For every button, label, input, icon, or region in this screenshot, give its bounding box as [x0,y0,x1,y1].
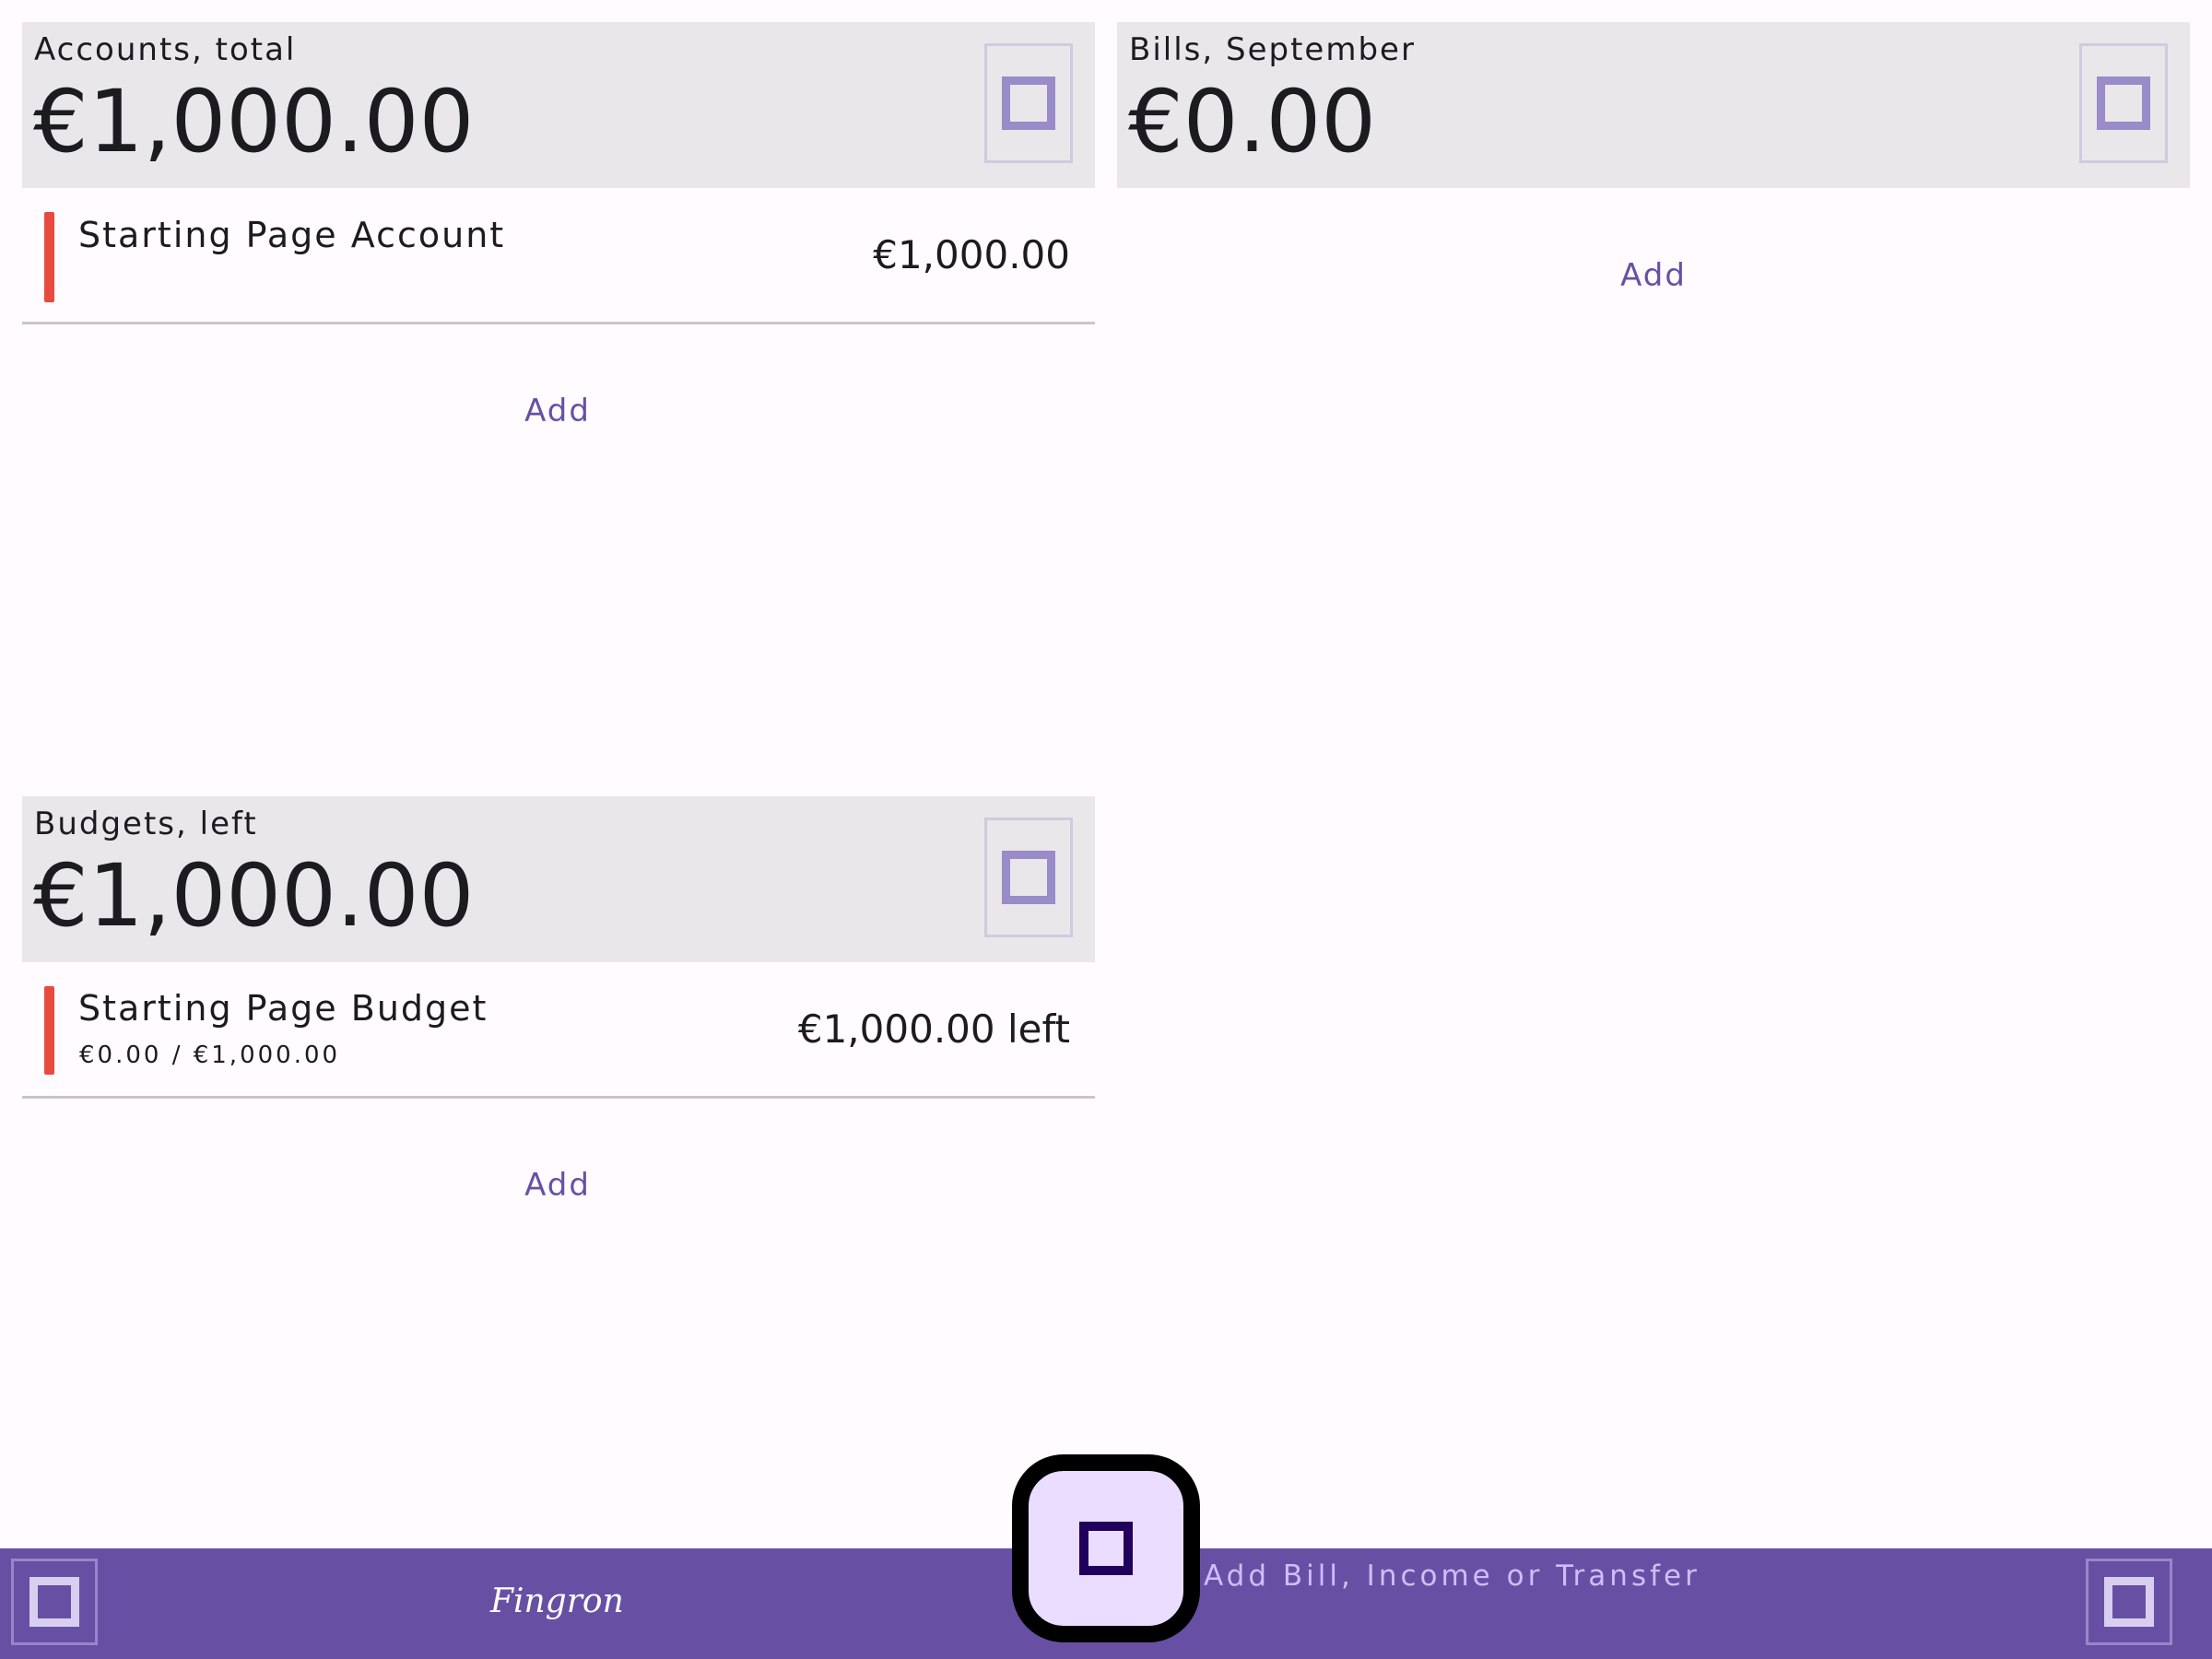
bills-title: Bills, September [1129,31,1416,68]
add-transaction-fab[interactable] [1012,1454,1200,1642]
square-icon [2104,1577,2154,1627]
budget-color-bar [44,986,54,1075]
budget-name: Starting Page Budget [78,988,488,1029]
budgets-menu-button[interactable] [984,818,1073,937]
right-nav-button[interactable] [2086,1559,2172,1645]
square-icon [1079,1522,1133,1575]
bills-menu-button[interactable] [2079,43,2168,163]
budgets-title: Budgets, left [34,806,258,842]
add-budget-button[interactable]: Add [524,1167,591,1204]
accounts-header: Accounts, total €1,000.00 [22,22,1095,188]
account-balance: €1,000.00 [873,232,1070,277]
accounts-total: €1,000.00 [33,72,475,172]
accounts-menu-button[interactable] [984,43,1073,163]
add-account-button[interactable]: Add [524,393,591,429]
left-nav-button[interactable] [11,1559,98,1645]
bills-header: Bills, September €0.00 [1117,22,2190,188]
budget-progress: €0.00 / €1,000.00 [79,1041,341,1069]
account-name: Starting Page Account [78,215,506,255]
bills-total: €0.00 [1128,72,1377,172]
account-row[interactable]: Starting Page Account €1,000.00 [22,188,1095,324]
budgets-header: Budgets, left €1,000.00 [22,796,1095,962]
budgets-total: €1,000.00 [33,846,475,947]
square-icon [1002,851,1055,904]
add-transaction-label[interactable]: Add Bill, Income or Transfer [1204,1559,1700,1593]
square-icon [2097,76,2150,130]
add-bill-button[interactable]: Add [1620,257,1687,294]
app-logo: Fingron [490,1583,624,1620]
budget-row[interactable]: Starting Page Budget €0.00 / €1,000.00 €… [22,962,1095,1099]
square-icon [29,1577,79,1627]
square-icon [1002,76,1055,130]
accounts-title: Accounts, total [34,31,297,68]
budget-left: €1,000.00 left [797,1006,1070,1052]
account-color-bar [44,212,54,302]
